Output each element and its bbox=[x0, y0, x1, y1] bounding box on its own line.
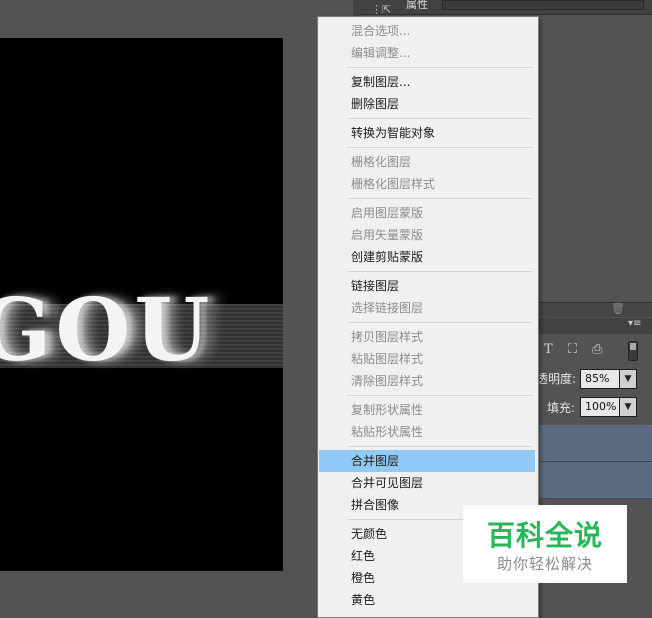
menu-item: 清除图层样式 bbox=[351, 374, 424, 388]
menu-item: 栅格化图层 bbox=[351, 155, 412, 169]
menu-separator bbox=[347, 322, 533, 323]
canvas-art-text: GOU bbox=[0, 280, 214, 381]
menu-separator bbox=[347, 67, 533, 68]
menu-separator bbox=[347, 147, 533, 148]
menu-item: 粘贴图层样式 bbox=[351, 352, 424, 366]
menu-item[interactable]: 复制图层... bbox=[319, 71, 535, 93]
document-canvas[interactable]: GOU bbox=[0, 38, 283, 571]
menu-item: 编辑调整... bbox=[351, 46, 411, 60]
menu-item[interactable]: 删除图层 bbox=[319, 93, 535, 115]
menu-item[interactable]: 转换为智能对象 bbox=[319, 122, 535, 144]
dock-collapse-icon[interactable]: ⋮⇱ bbox=[371, 3, 391, 16]
menu-separator bbox=[347, 446, 533, 447]
tab-properties[interactable]: 属性 bbox=[406, 0, 428, 12]
filter-toggle[interactable] bbox=[628, 341, 638, 361]
menu-item[interactable]: 合并可见图层 bbox=[319, 472, 535, 494]
trash-icon[interactable]: 🗑 bbox=[611, 302, 625, 315]
smart-object-filter-icon[interactable]: ⎙ bbox=[592, 342, 602, 357]
watermark-subtitle: 助你轻松解决 bbox=[496, 555, 593, 573]
menu-item[interactable]: 链接图层 bbox=[319, 275, 535, 297]
type-filter-icon[interactable]: T bbox=[544, 342, 553, 357]
opacity-dropdown-icon[interactable]: ▼ bbox=[619, 369, 637, 389]
properties-bottom-bar bbox=[537, 302, 652, 317]
menu-item: 粘贴形状属性 bbox=[351, 425, 424, 439]
menu-item: 混合选项... bbox=[351, 24, 411, 38]
menu-item: 启用图层蒙版 bbox=[351, 206, 424, 220]
menu-item: 复制形状属性 bbox=[351, 403, 424, 417]
properties-tab-field bbox=[442, 0, 644, 10]
menu-item: 启用矢量蒙版 bbox=[351, 228, 424, 242]
panel-menu-icon[interactable]: ▾≡ bbox=[628, 318, 641, 329]
layer-row[interactable] bbox=[537, 462, 652, 499]
watermark-title: 百科全说 bbox=[486, 519, 603, 552]
menu-separator bbox=[347, 395, 533, 396]
layer-row[interactable] bbox=[537, 425, 652, 462]
fill-label: 填充: bbox=[547, 401, 576, 415]
menu-separator bbox=[347, 198, 533, 199]
opacity-label: 透明度: bbox=[536, 372, 577, 386]
menu-item[interactable]: 合并图层 bbox=[319, 450, 535, 472]
menu-separator bbox=[347, 118, 533, 119]
menu-item: 选择链接图层 bbox=[351, 301, 424, 315]
menu-item: 拷贝图层样式 bbox=[351, 330, 424, 344]
menu-separator bbox=[347, 271, 533, 272]
menu-item: 栅格化图层样式 bbox=[351, 177, 436, 191]
shape-filter-icon[interactable]: ⛶ bbox=[568, 342, 577, 357]
fill-dropdown-icon[interactable]: ▼ bbox=[619, 397, 637, 417]
menu-item[interactable]: 创建剪贴蒙版 bbox=[319, 246, 535, 268]
